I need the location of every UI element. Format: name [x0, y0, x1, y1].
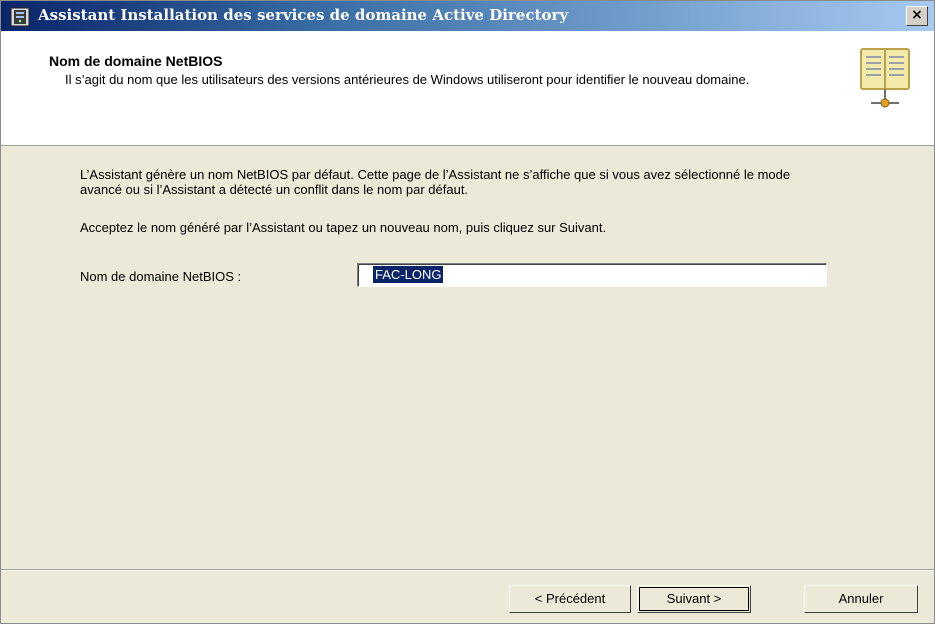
book-directory-icon: [860, 48, 910, 108]
next-button[interactable]: Suivant >: [637, 585, 751, 613]
server-icon: [10, 7, 30, 27]
wizard-window: Assistant Installation des services de d…: [0, 0, 935, 624]
close-button[interactable]: ×: [906, 6, 928, 26]
netbios-name-input[interactable]: FAC-LONG: [357, 263, 827, 287]
footer-divider: [1, 569, 934, 571]
window-title: Assistant Installation des services de d…: [38, 6, 569, 24]
intro-paragraph: L’Assistant génère un nom NetBIOS par dé…: [80, 167, 791, 197]
page-title: Nom de domaine NetBIOS: [49, 53, 223, 69]
cancel-button[interactable]: Annuler: [804, 585, 918, 613]
title-bar[interactable]: Assistant Installation des services de d…: [1, 1, 934, 31]
wizard-header: Nom de domaine NetBIOS Il s’agit du nom …: [1, 31, 934, 146]
page-description: Il s’agit du nom que les utilisateurs de…: [65, 72, 750, 87]
netbios-name-value: FAC-LONG: [373, 266, 444, 283]
instruction-paragraph: Acceptez le nom généré par l’Assistant o…: [80, 220, 607, 235]
netbios-name-label: Nom de domaine NetBIOS :: [80, 269, 242, 284]
close-icon: ×: [911, 7, 923, 23]
previous-button[interactable]: < Précédent: [509, 585, 631, 613]
